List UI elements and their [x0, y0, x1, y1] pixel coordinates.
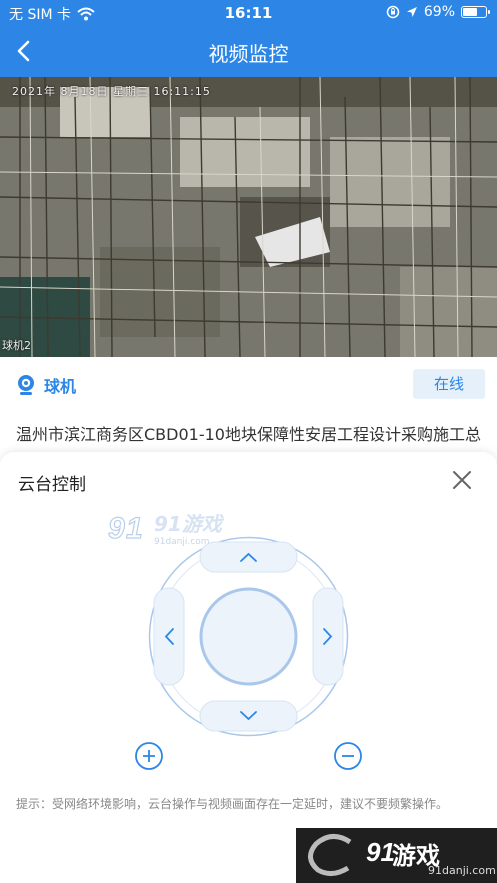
- video-timestamp: 2021年 8月18日 星期三 16:11:15: [12, 85, 211, 98]
- direction-pad: [148, 536, 349, 737]
- close-icon[interactable]: [451, 469, 473, 491]
- video-feed[interactable]: 2021年 8月18日 星期三 16:11:15 球机2: [0, 77, 497, 357]
- camera-info-row: 球机 在线: [0, 357, 497, 411]
- zoom-out-icon[interactable]: [333, 741, 363, 771]
- watermark-swirl-icon: [308, 834, 352, 876]
- nav-bar: 视频监控: [0, 30, 497, 72]
- watermark-bottom-right-url: 91danji.com: [428, 864, 496, 877]
- camera-name: 球机: [44, 377, 77, 396]
- construction-site-image: [0, 77, 497, 357]
- panel-title: 云台控制: [18, 475, 86, 495]
- watermark-logo-icon: 9 1: [108, 511, 143, 545]
- battery-icon: [461, 6, 490, 18]
- battery-level: [463, 8, 478, 16]
- camera-description: 温州市滨江商务区CBD01-10地块保障性安居工程设计采购施工总承包-球机2新超…: [16, 425, 481, 452]
- left-button[interactable]: [153, 587, 185, 686]
- zoom-in-icon[interactable]: [134, 741, 164, 771]
- svg-text:9: 9: [108, 512, 125, 545]
- watermark-top-left-url: 91danji.com: [154, 537, 210, 547]
- latency-tip: 提示：受网络环境影响，云台操作与视频画面存在一定延时，建议不要频繁操作。: [16, 797, 449, 811]
- watermark-bottom-right: 91 游戏 91danji.com: [296, 828, 497, 883]
- right-button[interactable]: [312, 587, 344, 686]
- status-bar: 无 SIM 卡 16:11 69%: [0, 0, 497, 26]
- down-button[interactable]: [199, 700, 298, 732]
- center-button[interactable]: [202, 590, 295, 683]
- video-camera-label: 球机2: [2, 339, 31, 352]
- page-title: 视频监控: [208, 42, 289, 66]
- top-bar: 无 SIM 卡 16:11 69% 视频监控: [0, 0, 497, 77]
- status-badge: 在线: [413, 369, 485, 399]
- orientation-lock-icon: [386, 5, 400, 19]
- watermark-top-left: 9 1 91游戏 91danji.com: [108, 508, 222, 547]
- location-arrow-icon: [406, 7, 417, 17]
- svg-text:91: 91: [366, 837, 395, 866]
- webcam-icon: [18, 375, 34, 395]
- ptz-control-panel: 云台控制 提示：受网络环境影响，云台操作与视频画面存在一定延时，建议不要频繁操作…: [0, 452, 497, 883]
- battery-percent: 69%: [423, 4, 455, 20]
- svg-text:1: 1: [126, 512, 143, 545]
- watermark-top-left-text: 91游戏: [154, 512, 222, 536]
